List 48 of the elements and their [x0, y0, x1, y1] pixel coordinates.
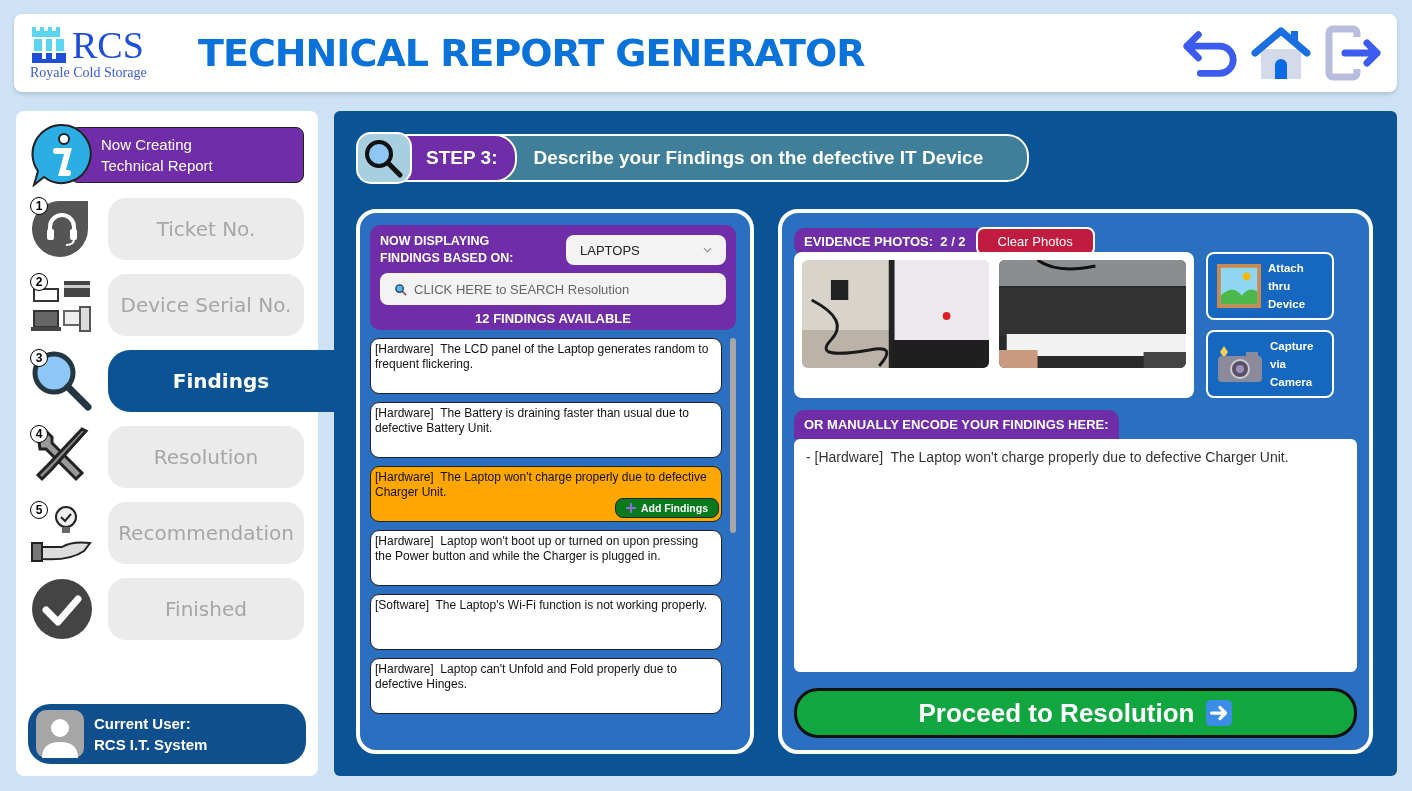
app-title: TECHNICAL REPORT GENERATOR — [198, 31, 866, 75]
step-number: 1 — [30, 197, 48, 215]
finding-text: [Software] The Laptop's Wi-Fi function is not working properly. — [375, 598, 708, 613]
category-dropdown[interactable]: LAPTOPS — [566, 235, 726, 265]
evidence-label: EVIDENCE PHOTOS: 2 / 2 — [794, 227, 980, 255]
avatar-icon — [36, 710, 84, 758]
chevron-icon — [703, 247, 712, 253]
attach-button[interactable]: Attach thru Device — [1206, 252, 1334, 320]
step-number: 4 — [30, 425, 48, 443]
finding-item[interactable]: [Hardware] Laptop can't Unfold and Fold properly due to defective Hinges. — [370, 658, 722, 714]
finding-item[interactable]: [Hardware] The Battery is draining faster than usual due to defective Battery Unit. — [370, 402, 722, 458]
logo-subtitle: Royale Cold Storage — [30, 65, 148, 81]
capture-button[interactable]: Capture via Camera — [1206, 330, 1334, 398]
manual-label: OR MANUALLY ENCODE YOUR FINDINGS HERE: — [794, 410, 1119, 439]
finding-text: [Hardware] Laptop can't Unfold and Fold properly due to defective Hinges. — [375, 662, 678, 692]
proceed-button[interactable]: Proceed to Resolution — [794, 688, 1357, 738]
search-field[interactable]: CLICK HERE to SEARCH Resolution — [380, 273, 726, 305]
info-icon — [30, 123, 94, 187]
back-icon[interactable] — [1181, 28, 1239, 78]
finding-text: [Hardware] The Battery is draining faster than usual due to defective Battery Unit. — [375, 406, 690, 436]
finding-item[interactable]: [Software] The Laptop's Wi-Fi function is not working properly. — [370, 594, 722, 650]
step-number: 2 — [30, 273, 48, 291]
home-icon[interactable] — [1251, 25, 1311, 81]
magnifier-icon — [30, 349, 94, 413]
finding-item[interactable]: [Hardware] The LCD panel of the Laptop generates random to frequent flickering. — [370, 338, 722, 394]
findings-textarea[interactable]: - [Hardware] The Laptop won't charge properly due to defective Charger Unit. — [794, 439, 1357, 673]
camera-icon — [1216, 344, 1264, 384]
findings-count: 12 FINDINGS AVAILABLE — [474, 311, 632, 326]
finding-item[interactable]: [Hardware] The Laptop won't charge properly due to defective Charger Unit. Add Findings — [370, 466, 722, 522]
search-icon — [394, 283, 407, 296]
logout-icon[interactable] — [1323, 25, 1383, 81]
step-tab[interactable]: Findings — [108, 350, 334, 412]
check-icon — [30, 577, 94, 641]
user-name: RCS I.T. System — [94, 735, 208, 755]
add-findings-button[interactable]: Add Findings — [614, 498, 719, 518]
step-number: 5 — [30, 501, 48, 519]
filter-label: NOW DISPLAYING FINDINGS BASED ON: — [380, 233, 515, 267]
logo-text: RCS — [72, 26, 144, 64]
user-label: Current User: — [94, 714, 192, 734]
finding-text: [Hardware] Laptop won't boot up or turned on upon pressing the Power button and while the Charger is plugged in. — [375, 534, 700, 564]
scrollbar[interactable] — [730, 338, 736, 533]
finding-text: [Hardware] The Laptop won't charge properly due to defective Charger Unit. — [375, 470, 708, 500]
magnifier-icon — [356, 132, 412, 184]
step-number: 3 — [30, 349, 48, 367]
finding-text: [Hardware] The LCD panel of the Laptop generates random to frequent flickering. — [375, 342, 710, 372]
finding-item[interactable]: [Hardware] Laptop won't boot up or turned on upon pressing the Power button and while the Charger is plugged in. — [370, 530, 722, 586]
picture-frame-icon — [1216, 263, 1262, 309]
plus-icon — [625, 503, 636, 513]
